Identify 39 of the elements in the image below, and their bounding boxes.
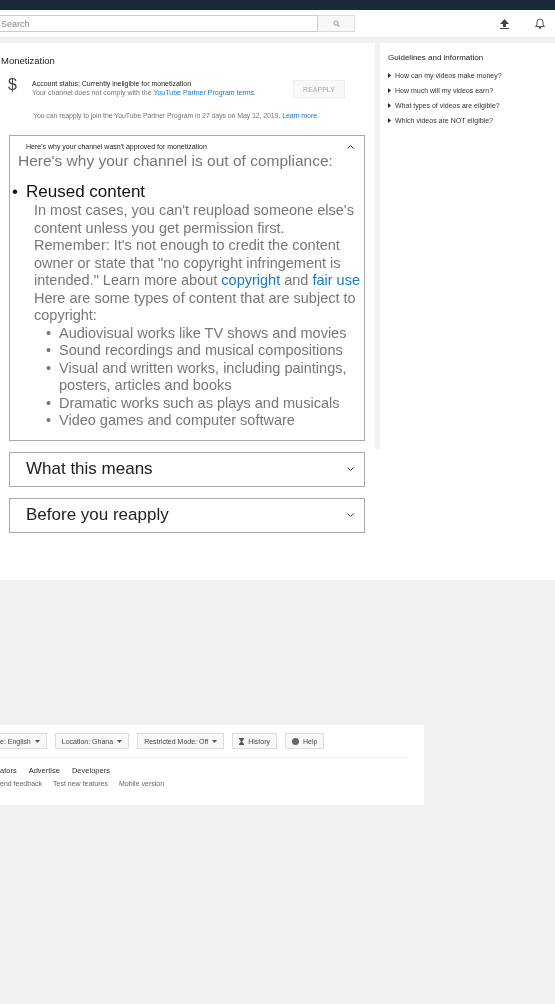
list-item: Visual and written works, including paintings, posters, articles and books — [59, 359, 348, 395]
paragraph: Here are some types of content that are subject to copyright: — [34, 289, 357, 325]
search-field[interactable]: Search — [0, 15, 318, 32]
fair-use-link[interactable]: fair use — [312, 272, 360, 288]
upload-icon[interactable] — [500, 18, 509, 29]
help-icon — [292, 737, 299, 745]
list-item: Sound recordings and musical compositions — [59, 342, 343, 360]
triangle-icon — [388, 88, 391, 93]
page-title: Monetization — [0, 54, 56, 66]
list-item: Dramatic works such as plays and musicals — [59, 394, 340, 412]
caret-icon — [212, 739, 218, 743]
list-item: Video games and computer software — [59, 412, 295, 430]
accordion-title[interactable]: What this means — [26, 459, 153, 479]
copyright-link[interactable]: copyright — [221, 272, 281, 288]
bullet-icon: • — [46, 394, 59, 412]
accordion-title[interactable]: Before you reapply — [26, 505, 169, 525]
bell-icon[interactable] — [535, 18, 545, 29]
bullet-icon: • — [46, 324, 59, 342]
triangle-icon — [388, 118, 391, 123]
caret-icon — [34, 739, 40, 743]
intro-text: Here's why your channel is out of compliance: — [18, 152, 334, 170]
bullet-icon: • — [46, 359, 59, 395]
hourglass-icon — [239, 737, 245, 745]
paragraph: In most cases, you can't reupload someone else's content unless you get permission first. — [34, 202, 355, 237]
chevron-icon[interactable] — [347, 144, 354, 149]
search-icon — [332, 20, 340, 27]
bullet-icon: • — [46, 412, 59, 430]
reason-title: Reused content — [26, 182, 146, 202]
caret-icon — [117, 739, 123, 743]
bullet-icon: • — [12, 182, 26, 202]
panel-title: Guidelines and information — [388, 53, 485, 62]
triangle-icon — [388, 103, 391, 108]
chevron-icon[interactable] — [347, 512, 354, 518]
bullet-icon: • — [46, 342, 59, 360]
paragraph: Remember: It's not enough to credit the content owner or state that "no copyright infringement is intended." Learn more about copyright and fair use — [34, 237, 361, 290]
dollar-icon: $ — [8, 76, 32, 98]
triangle-icon — [388, 73, 391, 78]
chevron-icon[interactable] — [347, 466, 354, 472]
list-item: Audiovisual works like TV shows and movies — [59, 324, 347, 342]
